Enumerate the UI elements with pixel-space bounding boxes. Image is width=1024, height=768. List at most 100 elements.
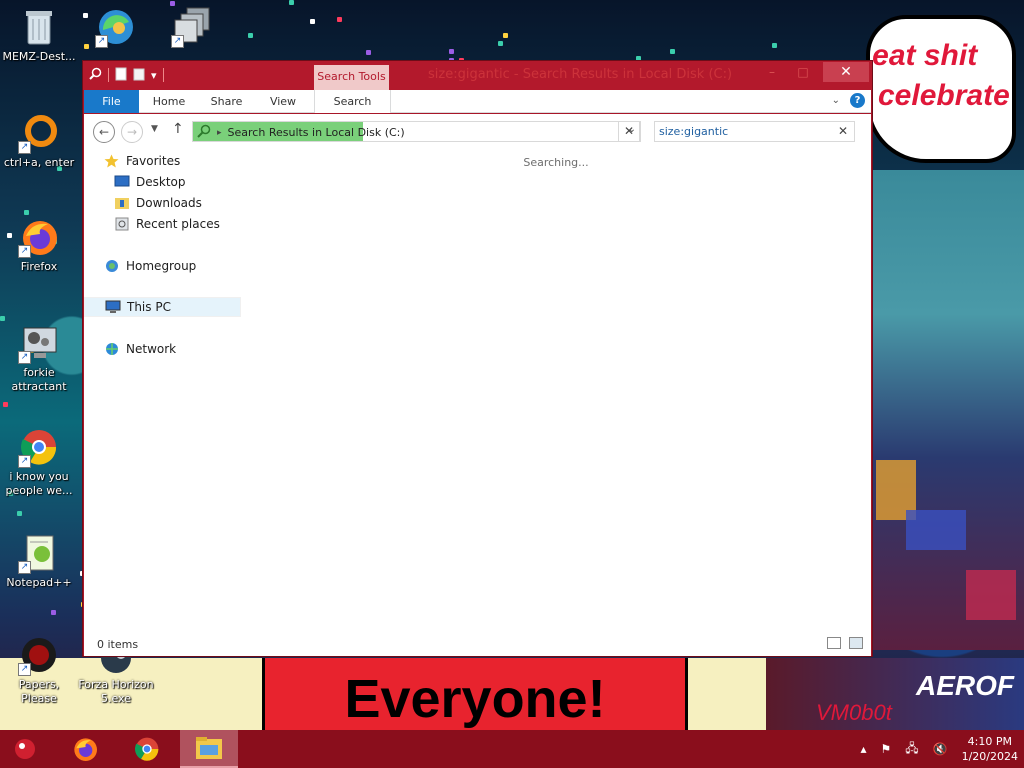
address-bar[interactable]: ▸ Search Results in Local Disk (C:) ⌄ xyxy=(192,121,641,142)
start-button[interactable] xyxy=(0,730,50,768)
search-icon xyxy=(89,67,102,83)
close-button[interactable]: ✕ xyxy=(823,62,869,82)
tab-file[interactable]: File xyxy=(84,90,139,113)
forward-button[interactable]: → xyxy=(121,121,143,143)
clock[interactable]: 4:10 PM 1/20/2024 xyxy=(962,734,1018,764)
confetti-piece xyxy=(498,41,503,46)
taskbar-firefox[interactable] xyxy=(56,730,114,768)
shortcut-arrow-icon: ↗ xyxy=(18,455,31,468)
properties-icon[interactable] xyxy=(115,67,127,84)
desktop-icon-firefox[interactable]: ↗ Firefox xyxy=(1,216,77,274)
recent-locations-dropdown-icon[interactable]: ▼ xyxy=(151,124,158,134)
maximize-button[interactable]: □ xyxy=(789,63,817,81)
shortcut-arrow-icon: ↗ xyxy=(18,561,31,574)
desktop-icon-notepadpp[interactable]: ↗ Notepad++ xyxy=(1,532,77,590)
desktop-icon-edge[interactable]: ↗ xyxy=(78,6,154,50)
confetti-piece xyxy=(449,49,454,54)
speech-bubble: it's time to eat shit celebrate xyxy=(866,15,1016,163)
title-bar[interactable]: ▾ Search Tools size:gigantic - Search Re… xyxy=(83,61,872,90)
ribbon-expand-icon[interactable]: ⌄ xyxy=(832,95,840,106)
back-button[interactable]: ← xyxy=(93,121,115,143)
desktop-icon-label: i know you people we... xyxy=(5,470,73,497)
volume-muted-icon[interactable]: 🔇 xyxy=(933,742,948,756)
firefox-icon xyxy=(74,738,97,761)
desktop-icon-ctrl-a-enter[interactable]: ↗ ctrl+a, enter xyxy=(1,112,77,170)
confetti-piece xyxy=(772,43,777,48)
qat-dropdown-icon[interactable]: ▾ xyxy=(151,69,157,82)
desktop-icon-label: Forza Horizon 5.exe xyxy=(78,678,154,705)
confetti-piece xyxy=(289,0,294,5)
file-list-pane[interactable]: Searching... xyxy=(241,150,871,634)
details-view-icon[interactable] xyxy=(827,637,841,649)
nav-homegroup[interactable]: Homegroup xyxy=(84,256,241,276)
new-folder-icon[interactable] xyxy=(133,67,145,84)
explorer-window[interactable]: ▾ Search Tools size:gigantic - Search Re… xyxy=(82,60,873,657)
ribbon-tabs: File Home Share View Search ⌄ ? xyxy=(84,90,871,113)
tab-share[interactable]: Share xyxy=(199,90,254,113)
wallpaper-banner-red: Everyone! xyxy=(262,658,688,730)
up-button[interactable]: ↑ xyxy=(172,121,184,137)
confetti-piece xyxy=(310,19,315,24)
context-tab-search-tools[interactable]: Search Tools xyxy=(314,65,389,90)
gear-monitor-icon: ↗ xyxy=(18,322,60,364)
status-bar: 0 items xyxy=(84,634,871,656)
wallpaper-banner-right: AEROF VM0b0t xyxy=(766,658,1024,730)
nav-network[interactable]: Network xyxy=(84,339,241,359)
desktop-icon-windows[interactable]: ↗ xyxy=(154,6,230,50)
desktop-icon xyxy=(114,175,130,189)
desktop-icon-chrome[interactable]: ↗ i know you people we... xyxy=(1,426,77,498)
action-center-flag-icon[interactable]: ⚑ xyxy=(880,742,891,756)
nav-favorites[interactable]: Favorites xyxy=(84,151,241,171)
search-input[interactable] xyxy=(655,122,825,141)
minimize-button[interactable]: – xyxy=(758,63,786,81)
banner-brand: AEROF xyxy=(916,670,1014,701)
desktop-icon-papers-please[interactable]: ↗ Papers, Please xyxy=(1,634,77,706)
confetti-piece xyxy=(17,511,22,516)
taskbar-file-explorer[interactable] xyxy=(180,730,238,768)
chrome-icon: ↗ xyxy=(18,426,60,468)
large-icons-view-icon[interactable] xyxy=(849,637,863,649)
nav-desktop[interactable]: Desktop xyxy=(84,172,241,192)
desktop-icon-recycle-bin[interactable]: MEMZ-Dest... xyxy=(1,6,77,64)
bubble-line-2: celebrate xyxy=(878,79,1010,112)
shortcut-arrow-icon: ↗ xyxy=(18,663,31,676)
papers-please-icon: ↗ xyxy=(18,634,60,676)
recent-places-icon xyxy=(114,217,130,231)
tab-search[interactable]: Search xyxy=(314,90,391,113)
confetti-piece xyxy=(3,402,8,407)
desktop-icon-label: ctrl+a, enter xyxy=(3,156,75,169)
tab-home[interactable]: Home xyxy=(139,90,199,113)
homegroup-icon xyxy=(104,259,120,273)
shortcut-arrow-icon: ↗ xyxy=(18,351,31,364)
bubble-line-1: it's time to eat shit xyxy=(870,39,978,72)
notepadpp-icon: ↗ xyxy=(18,532,60,574)
taskbar-chrome[interactable] xyxy=(118,730,176,768)
nav-downloads[interactable]: Downloads xyxy=(84,193,241,213)
stop-search-button[interactable]: ✕ xyxy=(618,121,640,142)
edge-icon: ↗ xyxy=(95,6,137,48)
confetti-piece xyxy=(670,49,675,54)
taskbar: ▴ ⚑ 🖧 🔇 4:10 PM 1/20/2024 xyxy=(0,730,1024,768)
desktop-icon-label: MEMZ-Dest... xyxy=(2,50,76,63)
desktop-icon-label: Notepad++ xyxy=(6,576,72,589)
tab-view[interactable]: View xyxy=(254,90,312,113)
desktop-icon-forkie[interactable]: ↗ forkie attractant xyxy=(1,322,77,394)
breadcrumb-location[interactable]: Search Results in Local Disk (C:) xyxy=(228,126,405,139)
nav-this-pc[interactable]: This PC xyxy=(84,297,241,317)
clear-search-icon[interactable]: ✕ xyxy=(838,124,848,138)
network-status-icon[interactable]: 🖧 xyxy=(905,739,918,760)
search-status-text: Searching... xyxy=(523,156,589,169)
banner-sign: VM0b0t xyxy=(816,700,892,725)
show-hidden-icons-icon[interactable]: ▴ xyxy=(860,742,866,756)
clock-time: 4:10 PM xyxy=(967,735,1012,748)
navigation-pane: Favorites Desktop Downloads Recent place… xyxy=(84,150,241,634)
nav-recent-places[interactable]: Recent places xyxy=(84,214,241,234)
confetti-piece xyxy=(503,33,508,38)
confetti-piece xyxy=(337,17,342,22)
help-icon[interactable]: ? xyxy=(850,93,865,108)
confetti-piece xyxy=(0,316,5,321)
clock-date: 1/20/2024 xyxy=(961,750,1018,763)
wallpaper-city-panel xyxy=(866,170,1024,650)
downloads-folder-icon xyxy=(114,196,130,210)
search-box[interactable]: ✕ xyxy=(654,121,855,142)
